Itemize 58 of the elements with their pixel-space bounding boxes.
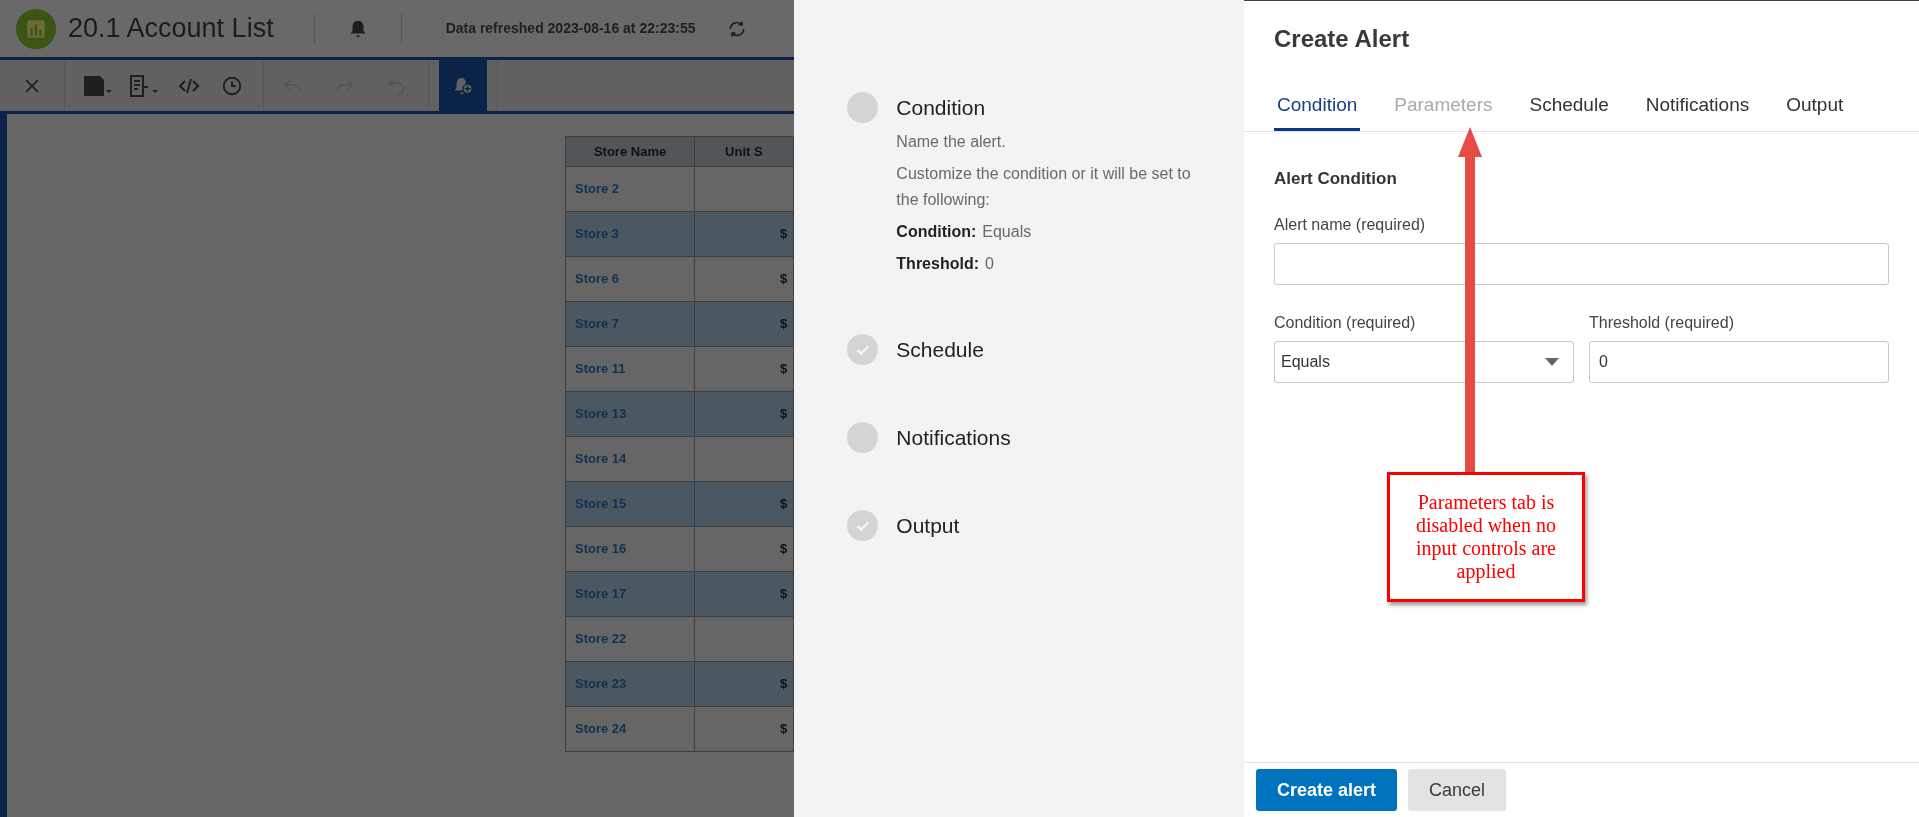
refresh-status: Data refreshed 2023-08-16 at 22:23:55 — [445, 19, 696, 38]
table-cell: Store 24 — [565, 706, 695, 752]
step-title: Condition — [896, 95, 987, 121]
threshold-field[interactable]: 0 — [1589, 341, 1889, 383]
table-cell: $ — [780, 541, 788, 557]
field-label: Threshold (required) — [1589, 313, 1735, 333]
table-cell: Store 14 — [565, 436, 695, 482]
column-header: Store Name — [565, 136, 695, 167]
section-heading: Alert Condition — [1274, 167, 1398, 190]
table-cell: Store 6 — [565, 256, 695, 302]
table-cell: $ — [780, 721, 788, 737]
table-cell: $ — [780, 316, 788, 332]
annotation-callout: Parameters tab is disabled when no input controls are applied — [1387, 472, 1585, 602]
tab[interactable]: Condition — [1274, 91, 1361, 131]
table-cell: Store 3 — [565, 211, 695, 257]
report-title: 20.1 Account List — [68, 12, 274, 46]
column-header: Unit S — [694, 136, 794, 167]
tab[interactable]: Schedule — [1526, 91, 1612, 131]
clock-icon[interactable] — [221, 74, 243, 97]
field-label: Alert name (required) — [1274, 215, 1427, 235]
create-alert-button[interactable]: Create alert — [1256, 769, 1398, 811]
summary-value: 0 — [985, 254, 994, 274]
tab[interactable]: Notifications — [1642, 91, 1753, 131]
table-cell: Store 15 — [565, 481, 695, 527]
table-cell: Store 11 — [565, 346, 695, 392]
condition-dropdown[interactable]: Equals — [1274, 341, 1574, 383]
step-title: Output — [896, 513, 960, 539]
field-label: Condition (required) — [1274, 313, 1417, 333]
table-cell: $ — [780, 226, 788, 242]
alert-button[interactable] — [439, 60, 487, 111]
summary-label: Threshold: — [896, 254, 979, 274]
table-cell: Store 17 — [565, 571, 695, 617]
table-cell: $ — [780, 586, 788, 602]
table-cell: Store 7 — [565, 301, 695, 347]
table-cell: $ — [780, 271, 788, 287]
table-cell: $ — [780, 361, 788, 377]
step-title: Schedule — [896, 337, 984, 363]
table-cell: $ — [780, 676, 788, 692]
cancel-button[interactable]: Cancel — [1408, 769, 1507, 811]
step-title: Notifications — [896, 425, 1011, 451]
table-cell: Store 22 — [565, 616, 695, 662]
step-description: Customize the condition or it will be set to the following: — [896, 164, 1192, 210]
dialog-title: Create Alert — [1274, 25, 1410, 52]
table-cell: $ — [780, 496, 788, 512]
tab[interactable]: Output — [1783, 91, 1847, 131]
caret-icon — [1545, 358, 1559, 366]
summary-value: Equals — [982, 222, 1032, 242]
table-cell: $ — [780, 406, 788, 422]
table-cell: Store 16 — [565, 526, 695, 572]
app-logo-icon — [16, 8, 56, 49]
step-description: Name the alert. — [896, 132, 1007, 152]
table-cell: Store 2 — [565, 166, 695, 212]
summary-label: Condition: — [896, 222, 977, 242]
save-icon[interactable] — [81, 73, 113, 98]
export-icon[interactable] — [127, 73, 159, 98]
table-cell: Store 23 — [565, 661, 695, 707]
table-cell: Store 13 — [565, 391, 695, 437]
alert-name-field[interactable] — [1274, 243, 1889, 285]
